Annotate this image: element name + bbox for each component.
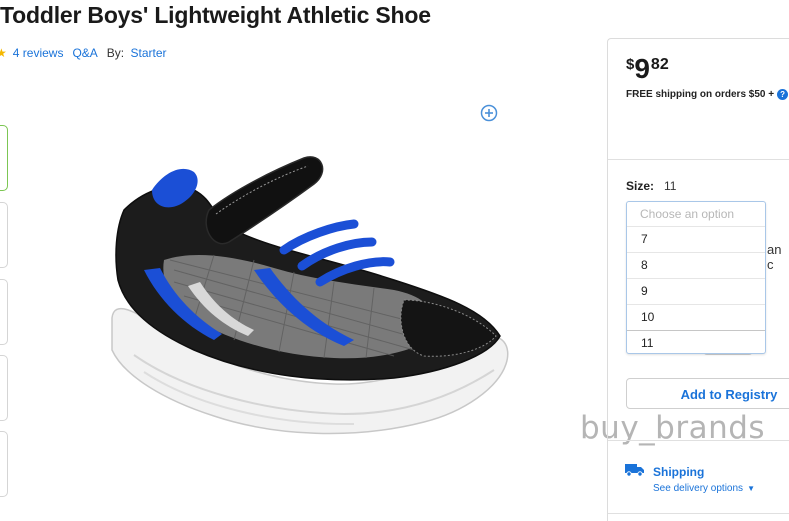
reviews-link[interactable]: 4 reviews: [13, 46, 64, 60]
size-option[interactable]: 9: [627, 278, 765, 304]
size-option[interactable]: 7: [627, 226, 765, 252]
brand-byline: By: Starter: [107, 46, 167, 60]
size-label: Size: 11: [626, 179, 676, 193]
panel-divider: [608, 513, 789, 514]
panel-divider: [608, 440, 789, 441]
product-title: Toddler Boys' Lightweight Athletic Shoe: [0, 2, 431, 28]
star-icon: ★: [0, 46, 7, 60]
panel-divider: [608, 159, 789, 160]
size-selected-value: 11: [664, 179, 677, 193]
size-dropdown-placeholder: Choose an option: [640, 207, 735, 221]
thumbnail-4[interactable]: [0, 355, 8, 421]
delivery-options-text[interactable]: See delivery options: [653, 483, 743, 494]
price-dollars: 9: [634, 53, 650, 84]
size-option[interactable]: 8: [627, 252, 765, 278]
size-option-selected[interactable]: 11: [627, 330, 765, 356]
price-currency: $: [626, 56, 635, 73]
thumbnail-5[interactable]: [0, 431, 8, 497]
truck-icon: [625, 464, 644, 477]
price-cents: 82: [650, 56, 669, 73]
zoom-plus-icon[interactable]: [480, 104, 498, 122]
size-option[interactable]: 10: [627, 304, 765, 330]
free-shipping-note: FREE shipping on orders $50 + ?: [626, 89, 789, 100]
delivery-options-link[interactable]: See delivery options ▼: [653, 483, 755, 494]
free-shipping-text: FREE shipping on orders $50 +: [626, 89, 775, 100]
size-dropdown[interactable]: Choose an option 7 8 9 10 11: [626, 201, 766, 354]
product-image: [111, 156, 509, 435]
thumbnail-2[interactable]: [0, 202, 8, 268]
size-label-text: Size:: [626, 179, 655, 193]
add-to-registry-button[interactable]: Add to Registry: [626, 378, 789, 409]
price: $982: [626, 53, 669, 85]
obscured-text: an c: [767, 242, 782, 272]
by-label: By:: [106, 46, 125, 60]
help-icon[interactable]: ?: [777, 89, 789, 100]
qa-link[interactable]: Q&A: [72, 46, 97, 60]
brand-link[interactable]: Starter: [130, 46, 166, 60]
caret-down-icon[interactable]: ▼: [747, 484, 755, 493]
thumbnail-3[interactable]: [0, 279, 8, 345]
shipping-title: Shipping: [653, 465, 705, 479]
product-meta: ★ 4 reviews Q&A By: Starter: [0, 46, 167, 60]
thumbnail-1[interactable]: [0, 125, 8, 191]
